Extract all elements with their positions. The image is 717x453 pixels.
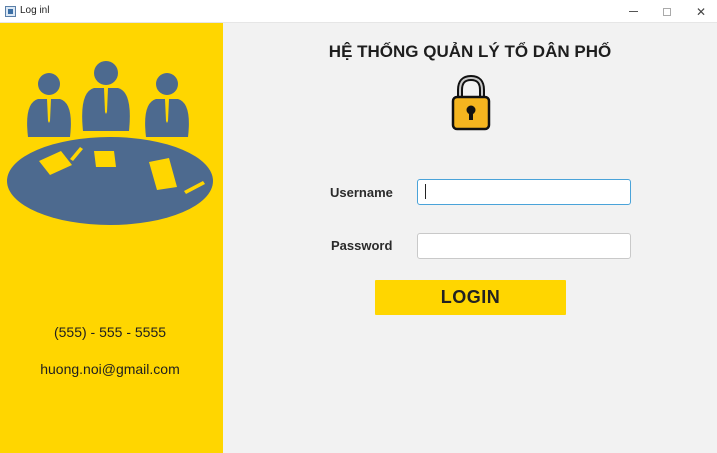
sidebar: (555) - 555 - 5555 huong.noi@gmail.com bbox=[0, 23, 223, 453]
close-icon: ✕ bbox=[695, 4, 707, 19]
username-label: Username bbox=[330, 185, 393, 200]
login-panel: HỆ THỐNG QUẢN LÝ TỔ DÂN PHỐ Username Pas… bbox=[223, 23, 717, 453]
username-input[interactable] bbox=[417, 179, 631, 205]
app-icon bbox=[5, 6, 16, 17]
login-button[interactable]: LOGIN bbox=[375, 280, 566, 315]
lock-icon bbox=[451, 75, 491, 131]
meeting-people-icon bbox=[7, 61, 213, 225]
contact-email: huong.noi@gmail.com bbox=[40, 361, 180, 377]
minimize-icon bbox=[628, 11, 638, 12]
page-title: HỆ THỐNG QUẢN LÝ TỔ DÂN PHỐ bbox=[328, 42, 612, 61]
window-title: Log inl bbox=[20, 5, 50, 16]
maximize-button[interactable] bbox=[650, 0, 684, 23]
password-label: Password bbox=[331, 238, 393, 253]
close-button[interactable]: ✕ bbox=[684, 0, 717, 23]
contact-phone: (555) - 555 - 5555 bbox=[53, 324, 167, 340]
minimize-button[interactable] bbox=[616, 0, 650, 23]
title-bar: Log inl ✕ bbox=[0, 0, 717, 23]
text-caret bbox=[425, 184, 426, 199]
password-input[interactable] bbox=[417, 233, 631, 259]
maximize-icon bbox=[663, 7, 671, 16]
